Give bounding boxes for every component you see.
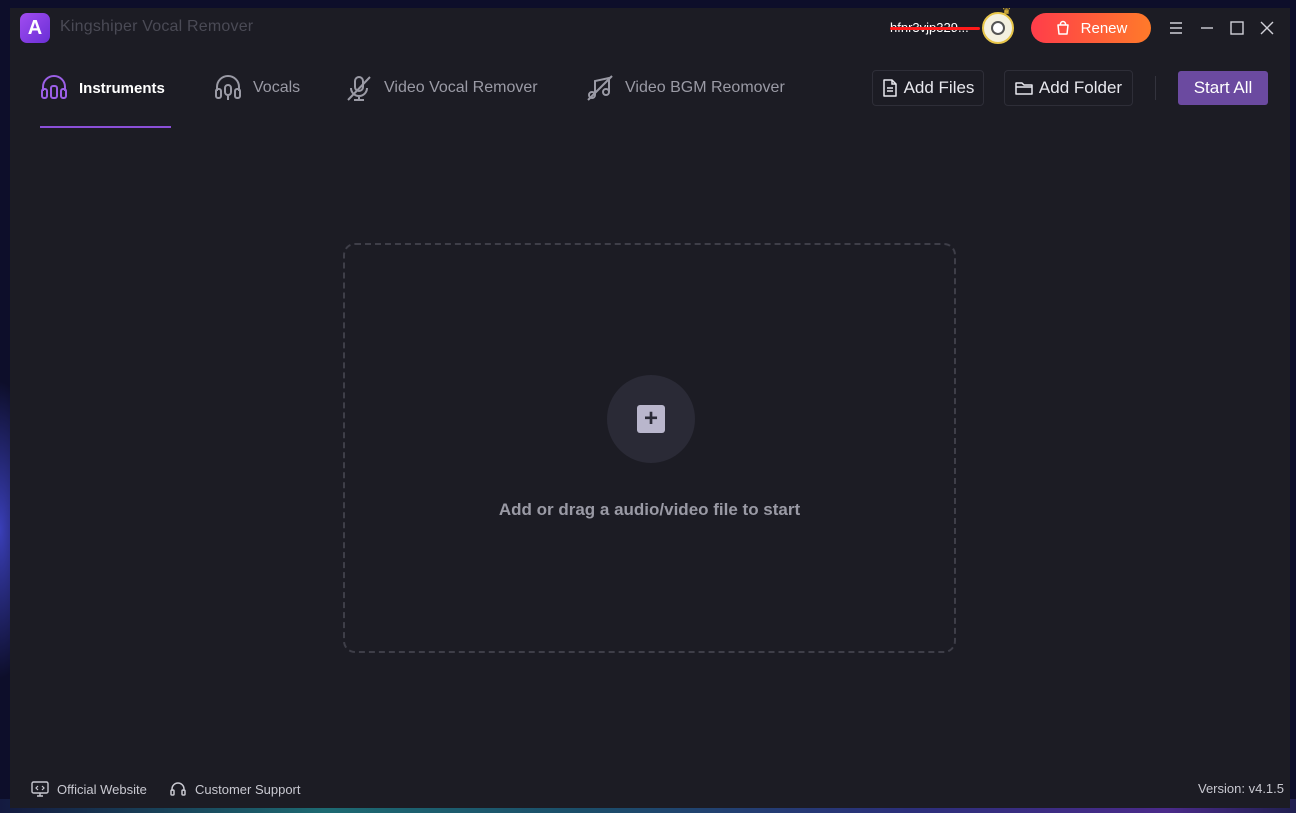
app-logo-letter: A	[27, 16, 43, 39]
official-website-link[interactable]: Official Website	[31, 780, 147, 798]
tab-vocals-label: Vocals	[253, 79, 301, 96]
shopping-bag-icon	[1055, 20, 1071, 36]
menu-button[interactable]	[1166, 18, 1186, 38]
tab-vocals[interactable]: Vocals	[213, 70, 300, 106]
version-label: Version: v4.1.5	[1198, 781, 1284, 796]
app-window: A Kingshiper Vocal Remover hfnr3vjp329..…	[10, 8, 1290, 808]
renew-label: Renew	[1080, 19, 1128, 37]
close-icon	[1260, 21, 1274, 35]
monitor-icon	[31, 781, 49, 797]
tab-video-bgm-remover[interactable]: Video BGM Reomover	[585, 70, 785, 106]
customer-support-label: Customer Support	[195, 781, 301, 797]
maximize-icon	[1230, 21, 1244, 35]
add-file-button[interactable]: +	[607, 375, 695, 463]
add-files-button[interactable]: Add Files	[872, 70, 984, 106]
file-drop-zone[interactable]: + Add or drag a audio/video file to star…	[343, 243, 956, 653]
customer-support-link[interactable]: Customer Support	[169, 780, 301, 798]
maximize-button[interactable]	[1227, 18, 1247, 38]
title-bar: A Kingshiper Vocal Remover hfnr3vjp329..…	[10, 8, 1290, 48]
add-folder-label: Add Folder	[1038, 78, 1123, 97]
music-off-icon	[585, 73, 615, 103]
headset-mic-icon	[213, 73, 243, 103]
folder-icon	[1015, 80, 1033, 96]
hamburger-menu-icon	[1169, 22, 1183, 34]
tab-instruments[interactable]: Instruments	[39, 70, 165, 106]
app-title: Kingshiper Vocal Remover	[60, 18, 254, 35]
mic-off-icon	[344, 73, 374, 103]
tab-video-vocal-remover-label: Video Vocal Remover	[384, 79, 538, 96]
add-folder-button[interactable]: Add Folder	[1004, 70, 1133, 106]
toolbar-divider	[1155, 76, 1156, 100]
headset-icon	[169, 780, 187, 798]
minimize-button[interactable]	[1197, 18, 1217, 38]
drop-zone-instructions: Add or drag a audio/video file to start	[498, 500, 801, 519]
panda-face-icon	[991, 21, 1005, 35]
official-website-label: Official Website	[57, 781, 147, 797]
close-button[interactable]	[1257, 18, 1277, 38]
user-avatar[interactable]: ♛	[982, 8, 1014, 44]
crown-icon: ♛	[1002, 8, 1011, 17]
file-icon	[882, 79, 898, 97]
username-redaction	[890, 27, 980, 30]
minimize-icon	[1200, 21, 1214, 35]
start-all-button[interactable]: Start All	[1178, 71, 1268, 105]
plus-icon: +	[637, 405, 665, 433]
tab-video-bgm-remover-label: Video BGM Reomover	[625, 79, 785, 96]
app-logo: A	[20, 13, 50, 43]
add-files-label: Add Files	[903, 78, 975, 97]
active-tab-indicator	[40, 126, 171, 128]
headphones-icon	[39, 73, 69, 103]
renew-button[interactable]: Renew	[1031, 13, 1151, 43]
tab-video-vocal-remover[interactable]: Video Vocal Remover	[344, 70, 538, 106]
tab-instruments-label: Instruments	[79, 79, 165, 97]
